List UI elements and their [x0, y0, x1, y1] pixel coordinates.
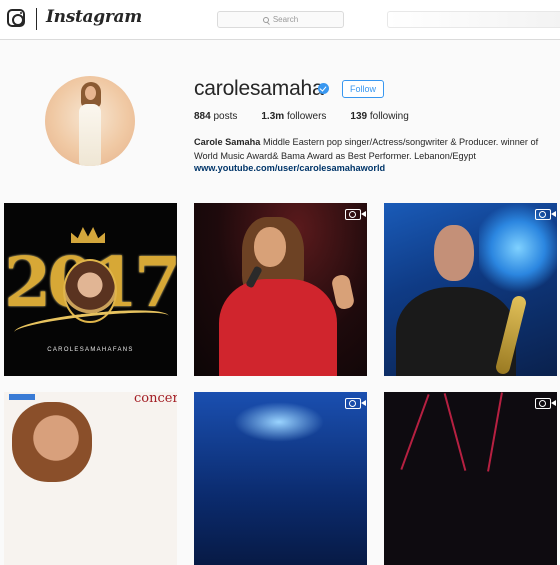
raised-hand: [330, 273, 356, 311]
posts-count: 884 posts: [194, 111, 237, 122]
profile-stats: 884 posts 1.3m followers 139 following: [194, 111, 433, 122]
followers-value: 1.3m: [261, 111, 285, 122]
following-count[interactable]: 139 following: [350, 111, 408, 122]
singer-face: [254, 227, 286, 267]
posts-value: 884: [194, 111, 211, 122]
video-camera-icon: [535, 398, 556, 409]
crown-graphic: [71, 227, 105, 243]
post-tile-saxophonist[interactable]: [384, 203, 557, 376]
search-placeholder: Search: [272, 15, 299, 24]
post-tile-2017[interactable]: 2017 CAROLESAMAHAFANS: [4, 203, 177, 376]
nav-right-area: [387, 11, 560, 28]
followers-label: followers: [286, 111, 327, 122]
profile-avatar[interactable]: [45, 76, 135, 166]
corner-tag: [9, 394, 35, 400]
red-dress: [219, 279, 337, 376]
musician-head: [434, 225, 474, 281]
laser-beam: [443, 393, 467, 471]
avatar-face: [85, 86, 96, 100]
avatar-dress: [79, 104, 101, 166]
bio-name: Carole Samaha: [194, 137, 261, 147]
following-value: 139: [350, 111, 368, 122]
stage-light: [234, 402, 324, 442]
poster-portrait: [12, 402, 92, 482]
search-input[interactable]: Search: [217, 11, 344, 28]
following-label: following: [369, 111, 409, 122]
follow-button[interactable]: Follow: [342, 80, 384, 98]
followers-count[interactable]: 1.3m followers: [261, 111, 326, 122]
post-tile-lasers[interactable]: [384, 392, 557, 565]
logo-divider: [36, 8, 37, 30]
verified-badge-icon: [318, 83, 329, 94]
laser-beam: [487, 392, 503, 472]
search-icon: [262, 16, 269, 23]
top-navigation-bar: Instagram Search: [0, 0, 560, 40]
post-tile-concert[interactable]: concert: [4, 392, 177, 565]
profile-username: carolesamaha: [194, 77, 324, 100]
instagram-wordmark[interactable]: Instagram: [46, 7, 142, 27]
video-camera-icon: [345, 398, 366, 409]
video-camera-icon: [345, 209, 366, 220]
profile-bio: Carole Samaha Middle Eastern pop singer/…: [194, 135, 554, 163]
video-camera-icon: [535, 209, 556, 220]
laser-beam: [400, 394, 430, 470]
post-tile-stage[interactable]: [194, 392, 367, 565]
post-tile-singer-red-dress[interactable]: [194, 203, 367, 376]
concert-caption: concert: [134, 392, 177, 406]
instagram-logo-icon[interactable]: [7, 9, 25, 27]
posts-label: posts: [213, 111, 238, 122]
post-fans-caption: CAROLESAMAHAFANS: [47, 347, 134, 353]
profile-website-link[interactable]: www.youtube.com/user/carolesamahaworld: [194, 163, 385, 173]
